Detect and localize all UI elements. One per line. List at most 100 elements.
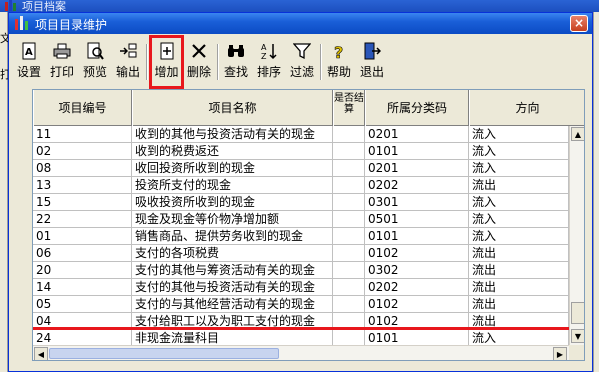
- table-row[interactable]: 20 支付的其他与筹资活动有关的现金 0302 流出: [33, 262, 569, 279]
- scroll-right-icon[interactable]: ▶: [553, 347, 567, 360]
- add-button[interactable]: 增加: [149, 35, 184, 89]
- setup-button[interactable]: A 设置: [14, 40, 44, 84]
- cell-settled[interactable]: [333, 296, 365, 313]
- vertical-scrollbar[interactable]: ▲ ▼: [569, 126, 584, 345]
- cell-name[interactable]: 销售商品、提供劳务收到的现金: [132, 228, 333, 245]
- column-header-name[interactable]: 项目名称: [132, 90, 333, 126]
- preview-button[interactable]: 预览: [80, 40, 110, 84]
- cell-direction[interactable]: 流出: [469, 262, 569, 279]
- cell-code[interactable]: 08: [33, 160, 132, 177]
- table-row[interactable]: 05 支付的与其他经营活动有关的现金 0102 流出: [33, 296, 569, 313]
- cell-category[interactable]: 0102: [365, 313, 469, 330]
- cell-name[interactable]: 支付给职工以及为职工支付的现金: [132, 313, 333, 330]
- table-row[interactable]: 02 收到的税费返还 0101 流入: [33, 143, 569, 160]
- cell-direction[interactable]: 流入: [469, 211, 569, 228]
- export-button[interactable]: 输出: [113, 40, 143, 84]
- cell-category[interactable]: 0201: [365, 126, 469, 143]
- cell-settled[interactable]: [333, 228, 365, 245]
- cell-category[interactable]: 0301: [365, 194, 469, 211]
- table-row[interactable]: 22 现金及现金等价物净增加额 0501 流入: [33, 211, 569, 228]
- sort-button[interactable]: AZ 排序: [254, 40, 284, 84]
- toolbar-separator: [320, 44, 322, 80]
- cell-code[interactable]: 05: [33, 296, 132, 313]
- column-header-direction[interactable]: 方向: [469, 90, 584, 126]
- cell-settled[interactable]: [333, 177, 365, 194]
- table-row[interactable]: 15 吸收投资所收到的现金 0301 流入: [33, 194, 569, 211]
- cell-settled[interactable]: [333, 143, 365, 160]
- cell-category[interactable]: 0102: [365, 296, 469, 313]
- cell-settled[interactable]: [333, 211, 365, 228]
- cell-direction[interactable]: 流入: [469, 194, 569, 211]
- filter-button[interactable]: 过滤: [287, 40, 317, 84]
- cell-code[interactable]: 11: [33, 126, 132, 143]
- cell-category[interactable]: 0501: [365, 211, 469, 228]
- cell-direction[interactable]: 流出: [469, 296, 569, 313]
- cell-settled[interactable]: [333, 262, 365, 279]
- cell-category[interactable]: 0202: [365, 177, 469, 194]
- horizontal-scroll-thumb[interactable]: [49, 348, 279, 359]
- cell-direction[interactable]: 流出: [469, 245, 569, 262]
- cell-settled[interactable]: [333, 160, 365, 177]
- cell-category[interactable]: 0201: [365, 160, 469, 177]
- cell-settled[interactable]: [333, 194, 365, 211]
- cell-code[interactable]: 02: [33, 143, 132, 160]
- cell-code[interactable]: 01: [33, 228, 132, 245]
- dialog-app-icon: [15, 16, 28, 30]
- cell-settled[interactable]: [333, 313, 365, 330]
- table-row[interactable]: 01 销售商品、提供劳务收到的现金 0101 流入: [33, 228, 569, 245]
- cell-name[interactable]: 投资所支付的现金: [132, 177, 333, 194]
- scroll-up-icon[interactable]: ▲: [571, 127, 584, 141]
- cell-direction[interactable]: 流入: [469, 143, 569, 160]
- cell-name[interactable]: 支付的其他与投资活动有关的现金: [132, 279, 333, 296]
- scroll-thumb[interactable]: [571, 302, 584, 324]
- scroll-left-icon[interactable]: ◀: [34, 347, 48, 360]
- cell-code[interactable]: 22: [33, 211, 132, 228]
- find-button[interactable]: 查找: [221, 40, 251, 84]
- cell-name[interactable]: 吸收投资所收到的现金: [132, 194, 333, 211]
- cell-name[interactable]: 收到的税费返还: [132, 143, 333, 160]
- cell-direction[interactable]: 流入: [469, 160, 569, 177]
- cell-name[interactable]: 收到的其他与投资活动有关的现金: [132, 126, 333, 143]
- cell-code[interactable]: 13: [33, 177, 132, 194]
- cell-category[interactable]: 0202: [365, 279, 469, 296]
- table-row[interactable]: 11 收到的其他与投资活动有关的现金 0201 流入: [33, 126, 569, 143]
- cell-direction[interactable]: 流出: [469, 279, 569, 296]
- close-button[interactable]: ×: [570, 15, 588, 32]
- table-row[interactable]: 14 支付的其他与投资活动有关的现金 0202 流出: [33, 279, 569, 296]
- table-row[interactable]: 06 支付的各项税费 0102 流出: [33, 245, 569, 262]
- cell-settled[interactable]: [333, 279, 365, 296]
- cell-category[interactable]: 0102: [365, 245, 469, 262]
- project-grid[interactable]: 项目编号 项目名称 是否结算 所属分类码 方向 11 收到的其他与投资活动有关的现…: [32, 89, 585, 361]
- cell-code[interactable]: 15: [33, 194, 132, 211]
- scroll-down-icon[interactable]: ▼: [571, 329, 584, 343]
- cell-direction[interactable]: 流出: [469, 313, 569, 330]
- cell-name[interactable]: 支付的其他与筹资活动有关的现金: [132, 262, 333, 279]
- help-button[interactable]: ? 帮助: [324, 40, 354, 84]
- column-header-settled[interactable]: 是否结算: [333, 90, 365, 126]
- cell-name[interactable]: 收回投资所收到的现金: [132, 160, 333, 177]
- cell-direction[interactable]: 流入: [469, 126, 569, 143]
- cell-direction[interactable]: 流出: [469, 177, 569, 194]
- horizontal-scrollbar[interactable]: ◀ ▶: [33, 345, 569, 360]
- cell-category[interactable]: 0101: [365, 228, 469, 245]
- cell-category[interactable]: 0302: [365, 262, 469, 279]
- cell-name[interactable]: 支付的与其他经营活动有关的现金: [132, 296, 333, 313]
- table-row[interactable]: 04 支付给职工以及为职工支付的现金 0102 流出: [33, 313, 569, 330]
- cell-code[interactable]: 06: [33, 245, 132, 262]
- cell-code[interactable]: 14: [33, 279, 132, 296]
- delete-button[interactable]: 删除: [184, 40, 214, 84]
- column-header-code[interactable]: 项目编号: [33, 90, 132, 126]
- table-row[interactable]: 08 收回投资所收到的现金 0201 流入: [33, 160, 569, 177]
- cell-settled[interactable]: [333, 245, 365, 262]
- cell-name[interactable]: 现金及现金等价物净增加额: [132, 211, 333, 228]
- exit-button[interactable]: 退出: [357, 40, 387, 84]
- column-header-category[interactable]: 所属分类码: [365, 90, 469, 126]
- cell-category[interactable]: 0101: [365, 143, 469, 160]
- cell-direction[interactable]: 流入: [469, 228, 569, 245]
- cell-code[interactable]: 20: [33, 262, 132, 279]
- table-row[interactable]: 13 投资所支付的现金 0202 流出: [33, 177, 569, 194]
- cell-code[interactable]: 04: [33, 313, 132, 330]
- print-button[interactable]: 打印: [47, 40, 77, 84]
- cell-name[interactable]: 支付的各项税费: [132, 245, 333, 262]
- cell-settled[interactable]: [333, 126, 365, 143]
